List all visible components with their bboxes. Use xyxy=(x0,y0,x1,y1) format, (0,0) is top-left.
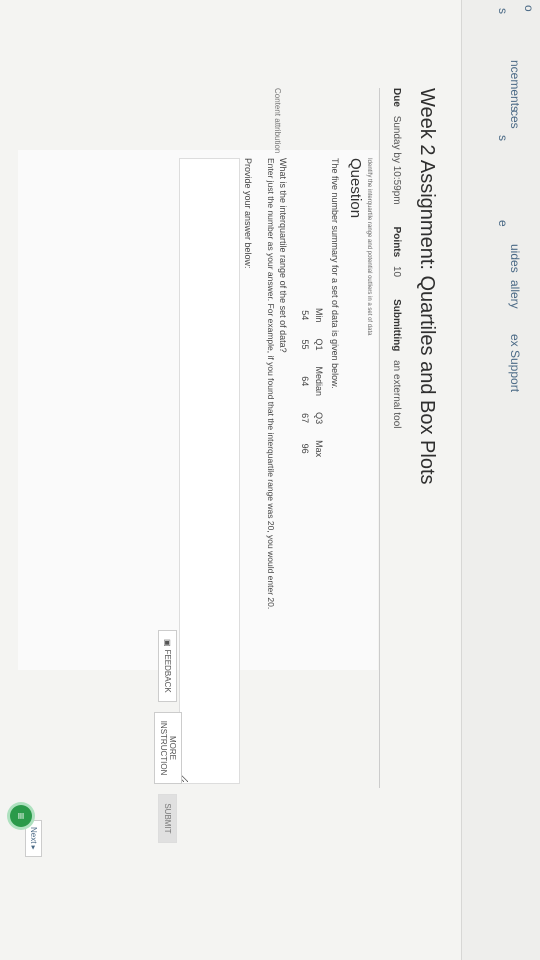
nav-item-5[interactable]: e xyxy=(496,220,510,227)
answer-prompt: Provide your answer below: xyxy=(243,158,253,269)
more-instruction-button[interactable]: MORE INSTRUCTION xyxy=(154,711,182,785)
nav-item-resources[interactable]: ces xyxy=(508,110,522,129)
table-header: Median xyxy=(314,366,324,397)
feedback-icon: ▣ xyxy=(163,639,173,647)
main-content: Week 2 Assignment: Quartiles and Box Plo… xyxy=(0,0,462,960)
points-value: 10 xyxy=(391,265,402,278)
nav-item-announcements[interactable]: ncements xyxy=(508,60,522,112)
table-header: Q3 xyxy=(314,412,324,425)
table-row: 54 55 64 67 96 xyxy=(298,300,312,465)
table-header: Min xyxy=(314,308,324,323)
nav-item-index[interactable]: ex xyxy=(508,334,522,347)
table-header: Q1 xyxy=(314,338,324,351)
nav-item-0[interactable]: o xyxy=(522,5,536,12)
submitting-value: an external tool xyxy=(391,360,402,429)
five-number-summary-table: Min Q1 Median Q3 Max 54 55 64 67 96 xyxy=(298,300,326,465)
due-info: Due Sunday by 10:59pm xyxy=(391,88,402,205)
table-cell: 54 xyxy=(300,310,310,321)
submit-button[interactable]: SUBMIT xyxy=(158,794,178,843)
question-subtitle: Identify the interquartile range and pot… xyxy=(366,158,372,336)
content-attribution[interactable]: Content attribution xyxy=(273,88,282,153)
question-text: What is the interquartile range of the s… xyxy=(278,158,288,353)
assignment-page: o s ncements ces s e uides allery ex Sup… xyxy=(0,0,540,960)
next-button[interactable]: Next ▸ xyxy=(25,820,42,857)
points-label: Points xyxy=(391,226,402,258)
table-header: Max xyxy=(314,440,324,458)
answer-input[interactable] xyxy=(179,158,240,784)
chat-icon[interactable]: ≡ xyxy=(10,805,32,827)
nav-item-gallery[interactable]: allery xyxy=(508,280,522,309)
points-info: Points 10 xyxy=(391,227,402,277)
nav-item-support[interactable]: Support xyxy=(508,350,522,392)
feedback-label: FEEDBACK xyxy=(163,649,173,693)
table-header-row: Min Q1 Median Q3 Max xyxy=(312,300,326,465)
external-tool-frame: Identify the interquartile range and pot… xyxy=(18,150,378,843)
screen: o s ncements ces s e uides allery ex Sup… xyxy=(0,0,540,960)
table-cell: 55 xyxy=(300,339,310,350)
table-cell: 67 xyxy=(300,413,310,424)
submitting-info: Submitting an external tool xyxy=(391,299,402,428)
due-label: Due xyxy=(391,88,402,107)
feedback-button[interactable]: ▣ FEEDBACK xyxy=(158,630,178,702)
question-actions: ▣ FEEDBACK MORE INSTRUCTION SUBMIT xyxy=(154,630,182,843)
assignment-meta: Due Sunday by 10:59pm Points 10 Submitti… xyxy=(391,88,402,429)
table-cell: 64 xyxy=(300,376,310,387)
question-intro: The five number summary for a set of dat… xyxy=(330,158,340,389)
course-nav: o s ncements ces s e uides allery ex Sup… xyxy=(461,0,540,960)
question-instructions: Enter just the number as your answer. Fo… xyxy=(266,158,276,610)
page-title: Week 2 Assignment: Quartiles and Box Plo… xyxy=(416,88,438,485)
table-cell: 96 xyxy=(300,443,310,454)
submitting-label: Submitting xyxy=(391,299,402,352)
question-heading: Question xyxy=(347,158,364,219)
divider xyxy=(379,88,380,788)
nav-item-1[interactable]: s xyxy=(496,8,510,14)
nav-item-guides[interactable]: uides xyxy=(508,244,522,273)
nav-item-4[interactable]: s xyxy=(496,135,510,141)
due-value: Sunday by 10:59pm xyxy=(391,115,402,205)
